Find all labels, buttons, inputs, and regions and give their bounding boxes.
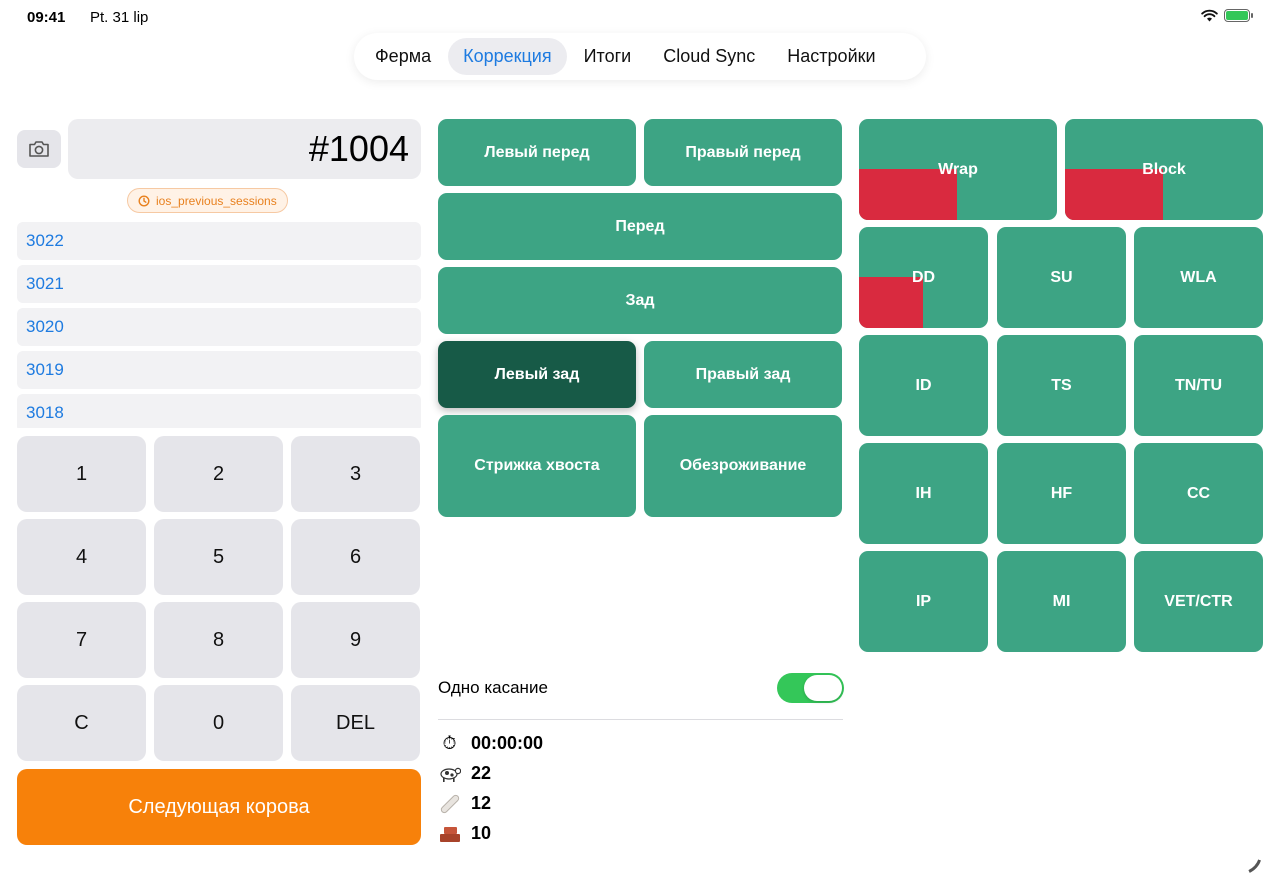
single-touch-label: Одно касание xyxy=(438,678,548,697)
key-delete[interactable]: DEL xyxy=(291,685,420,761)
wrap-label: Wrap xyxy=(938,160,978,178)
timer-stat: ⏱ 00:00:00 xyxy=(438,732,543,755)
key-8[interactable]: 8 xyxy=(154,602,283,678)
tn-tu-button[interactable]: TN/TU xyxy=(1134,335,1263,436)
dehorning-button[interactable]: Обезроживание xyxy=(644,415,842,517)
next-cow-button[interactable]: Следующая корова xyxy=(17,769,421,845)
blocks-count: 10 xyxy=(471,823,492,843)
divider xyxy=(438,719,843,720)
bandage-icon xyxy=(438,792,461,815)
ip-button[interactable]: IP xyxy=(859,551,988,652)
block-button[interactable]: Block xyxy=(1065,119,1263,220)
cow-history-list: 3022 3021 3020 3019 3018 xyxy=(17,222,421,428)
left-front-button[interactable]: Левый перед xyxy=(438,119,636,186)
history-item[interactable]: 3019 xyxy=(17,351,421,389)
key-5[interactable]: 5 xyxy=(154,519,283,595)
blocks-stat: 10 xyxy=(438,822,491,845)
wraps-count: 12 xyxy=(471,793,492,813)
back-button[interactable]: Зад xyxy=(438,267,842,334)
status-date: Pt. 31 lip xyxy=(90,9,149,26)
history-item[interactable]: 3020 xyxy=(17,308,421,346)
tab-farm[interactable]: Ферма xyxy=(360,38,446,75)
left-back-button[interactable]: Левый зад xyxy=(438,341,636,408)
tail-trim-button[interactable]: Стрижка хвоста xyxy=(438,415,636,517)
key-0[interactable]: 0 xyxy=(154,685,283,761)
stopwatch-icon: ⏱ xyxy=(442,733,457,753)
key-clear[interactable]: C xyxy=(17,685,146,761)
tab-settings[interactable]: Настройки xyxy=(772,38,890,75)
history-item[interactable]: 3018 xyxy=(17,394,421,428)
timer-value: 00:00:00 xyxy=(471,733,544,753)
key-4[interactable]: 4 xyxy=(17,519,146,595)
brick-icon xyxy=(438,822,461,845)
block-label: Block xyxy=(1142,160,1186,178)
su-button[interactable]: SU xyxy=(997,227,1126,328)
wla-button[interactable]: WLA xyxy=(1134,227,1263,328)
right-back-button[interactable]: Правый зад xyxy=(644,341,842,408)
tab-totals[interactable]: Итоги xyxy=(569,38,647,75)
key-1[interactable]: 1 xyxy=(17,436,146,512)
hf-button[interactable]: HF xyxy=(997,443,1126,544)
camera-button[interactable] xyxy=(17,130,61,168)
dd-button[interactable]: DD xyxy=(859,227,988,328)
key-7[interactable]: 7 xyxy=(17,602,146,678)
tab-correction[interactable]: Коррекция xyxy=(448,38,567,75)
wrap-button[interactable]: Wrap xyxy=(859,119,1057,220)
camera-icon xyxy=(29,141,49,157)
dd-label: DD xyxy=(911,268,936,286)
cows-stat: 22 xyxy=(438,762,491,785)
status-indicators xyxy=(1201,9,1253,22)
mi-button[interactable]: MI xyxy=(997,551,1126,652)
front-button[interactable]: Перед xyxy=(438,193,842,260)
key-9[interactable]: 9 xyxy=(291,602,420,678)
tab-cloud-sync[interactable]: Cloud Sync xyxy=(648,38,770,75)
status-time: 09:41 xyxy=(27,9,66,26)
cow-icon xyxy=(438,762,461,785)
previous-sessions-label: ios_previous_sessions xyxy=(156,193,277,208)
previous-sessions-button[interactable]: ios_previous_sessions xyxy=(127,188,288,213)
vet-ctr-button[interactable]: VET/CTR xyxy=(1134,551,1263,652)
history-item[interactable]: 3021 xyxy=(17,265,421,303)
cow-id-display: #1004 xyxy=(68,119,421,179)
history-item[interactable]: 3022 xyxy=(17,222,421,260)
cows-count: 22 xyxy=(471,763,492,783)
key-6[interactable]: 6 xyxy=(291,519,420,595)
history-icon xyxy=(138,194,150,207)
tab-bar: Ферма Коррекция Итоги Cloud Sync Настрой… xyxy=(354,33,926,80)
toggle-knob xyxy=(804,675,842,701)
wraps-stat: 12 xyxy=(438,792,491,815)
battery-icon xyxy=(1224,9,1253,22)
resize-handle-icon xyxy=(1232,852,1262,882)
key-2[interactable]: 2 xyxy=(154,436,283,512)
numeric-keypad: 1 2 3 4 5 6 7 8 9 C 0 DEL xyxy=(17,436,421,761)
ts-button[interactable]: TS xyxy=(997,335,1126,436)
cc-button[interactable]: CC xyxy=(1134,443,1263,544)
right-front-button[interactable]: Правый перед xyxy=(644,119,842,186)
wifi-icon xyxy=(1201,9,1218,22)
id-button[interactable]: ID xyxy=(859,335,988,436)
single-touch-toggle[interactable] xyxy=(777,673,844,703)
ih-button[interactable]: IH xyxy=(859,443,988,544)
key-3[interactable]: 3 xyxy=(291,436,420,512)
